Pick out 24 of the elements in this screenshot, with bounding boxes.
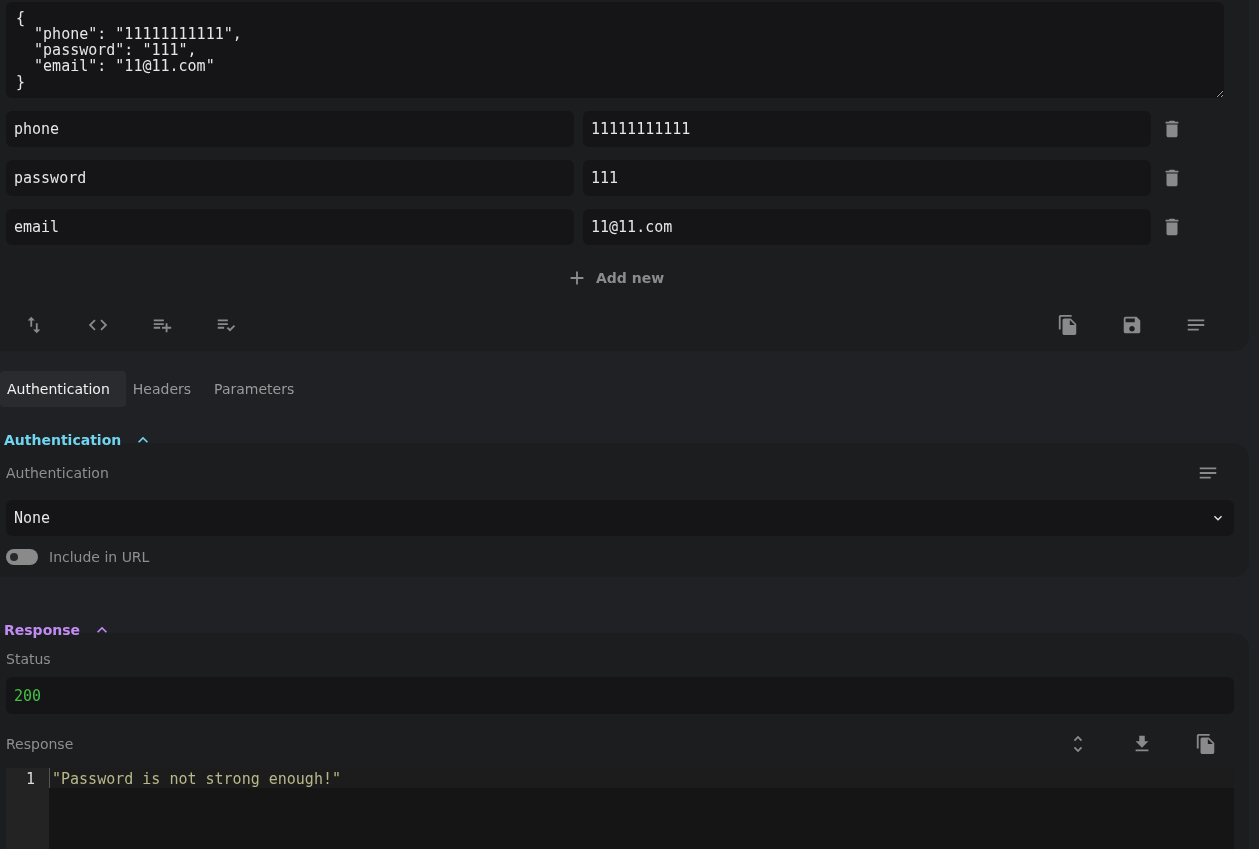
field-label: Response <box>6 736 74 752</box>
add-new-button[interactable]: Add new <box>559 263 671 293</box>
key-field[interactable]: phone <box>6 111 574 147</box>
field-label: Status <box>6 651 52 667</box>
status-field: 200 <box>6 677 1234 714</box>
copy-icon <box>1057 314 1079 336</box>
line-number: 1 <box>25 770 35 788</box>
copy-icon <box>1195 733 1217 755</box>
field-label: Authentication <box>6 465 109 481</box>
toggle-switch[interactable] <box>6 549 38 565</box>
section-header[interactable]: Response <box>0 619 117 641</box>
tab[interactable]: Parameters <box>207 371 311 407</box>
key-field[interactable]: password <box>6 160 574 196</box>
code-editor[interactable]: { "phone": "11111111111", "password": "111", "email": "11@11.com" } <box>6 2 1224 98</box>
auth-select[interactable]: None <box>6 500 1234 536</box>
value-field[interactable]: 11111111111 <box>583 111 1151 147</box>
save-icon <box>1121 314 1143 336</box>
toggle-label: Include in URL <box>49 549 150 565</box>
value-field[interactable]: 111 <box>583 160 1151 196</box>
value-field[interactable]: 11@11.com <box>583 209 1151 245</box>
tab[interactable]: Headers <box>125 371 208 407</box>
section-header[interactable]: Authentication <box>0 429 158 451</box>
key-field[interactable]: email <box>6 209 574 245</box>
tab[interactable]: Authentication <box>0 371 126 407</box>
